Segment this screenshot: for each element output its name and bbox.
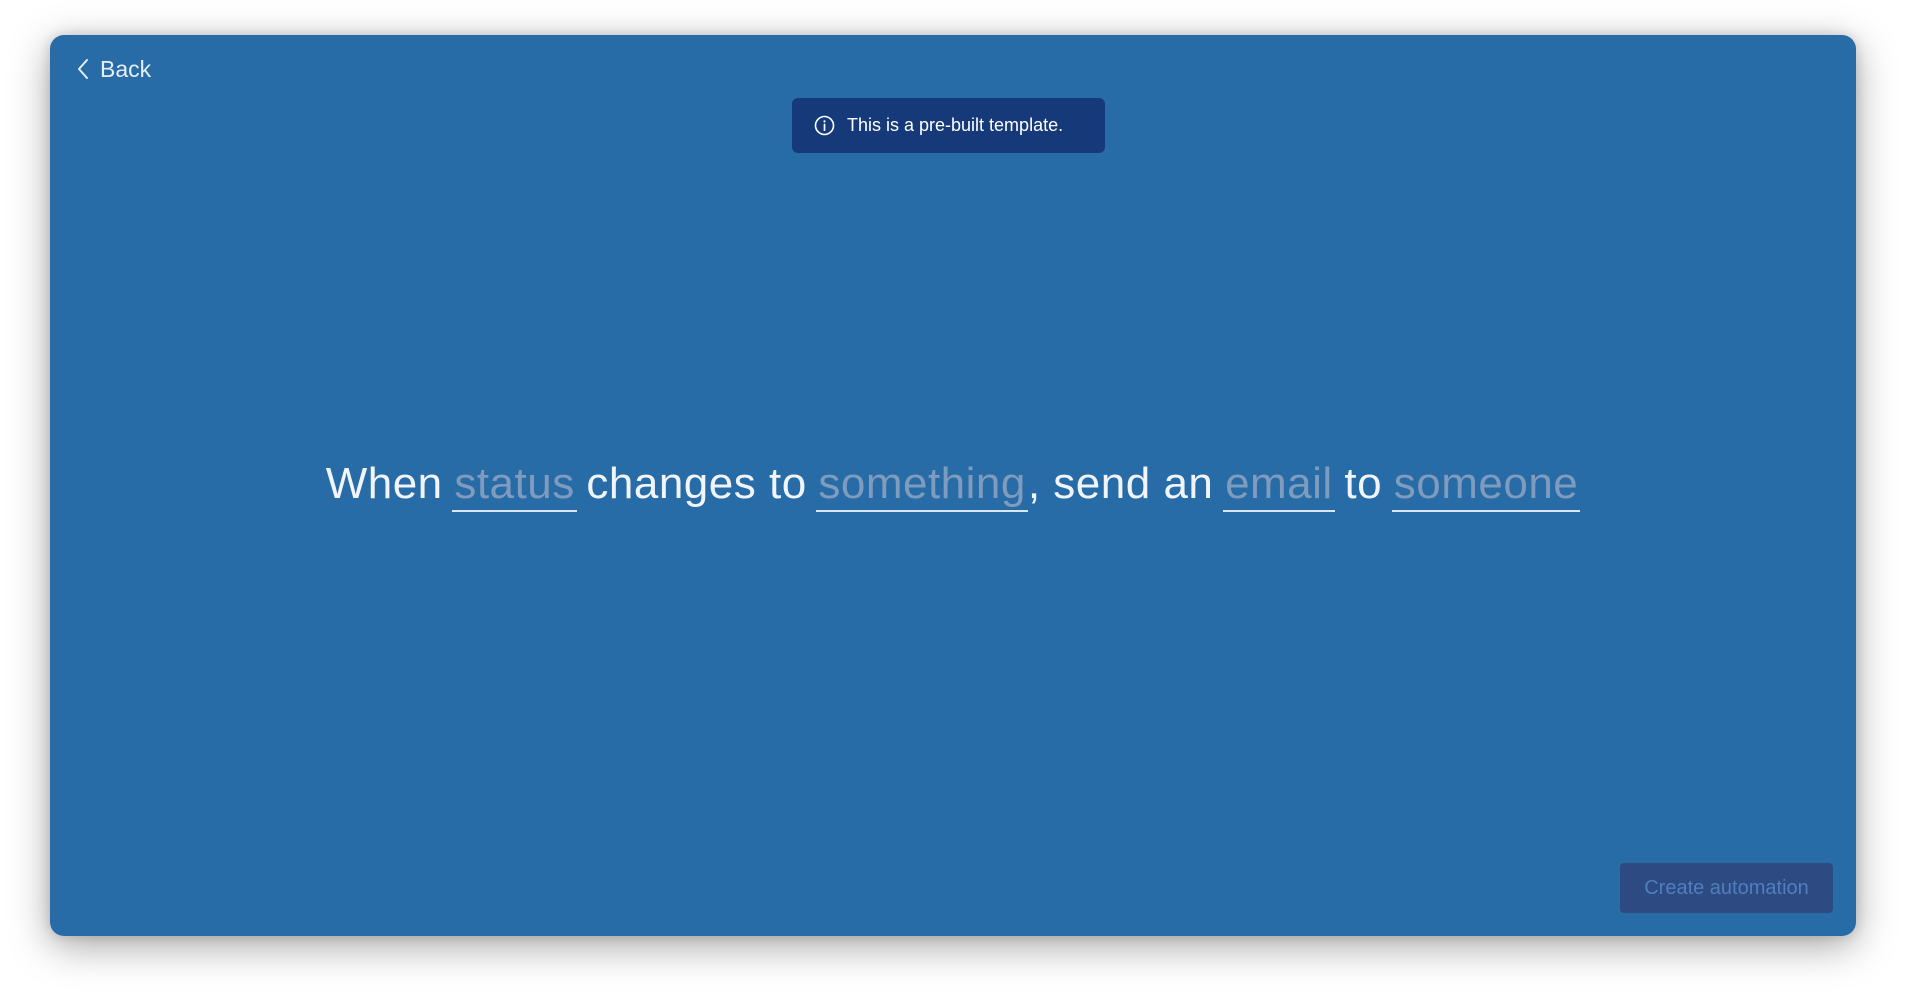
chevron-left-icon bbox=[76, 58, 90, 80]
sentence-text-to: to bbox=[1344, 459, 1383, 508]
sentence-text-send-an: , send an bbox=[1027, 459, 1214, 508]
automation-template-modal: Back This is a pre-built template. When s… bbox=[50, 35, 1856, 936]
back-button[interactable]: Back bbox=[76, 51, 151, 87]
banner-text: This is a pre-built template. bbox=[847, 115, 1064, 135]
status-value-placeholder[interactable]: something bbox=[816, 459, 1028, 512]
sentence-text-when: When bbox=[325, 459, 443, 508]
status-field-placeholder[interactable]: status bbox=[452, 459, 577, 512]
recipient-placeholder[interactable]: someone bbox=[1391, 459, 1581, 512]
template-info-banner: This is a pre-built template. bbox=[792, 98, 1105, 153]
create-automation-button[interactable]: Create automation bbox=[1620, 863, 1833, 913]
back-label: Back bbox=[100, 55, 152, 82]
automation-sentence: When status changes to something, send an em… bbox=[50, 459, 1856, 512]
sentence-text-changes-to: changes to bbox=[586, 459, 807, 508]
info-icon bbox=[814, 115, 835, 136]
action-type-placeholder[interactable]: email bbox=[1223, 459, 1335, 512]
